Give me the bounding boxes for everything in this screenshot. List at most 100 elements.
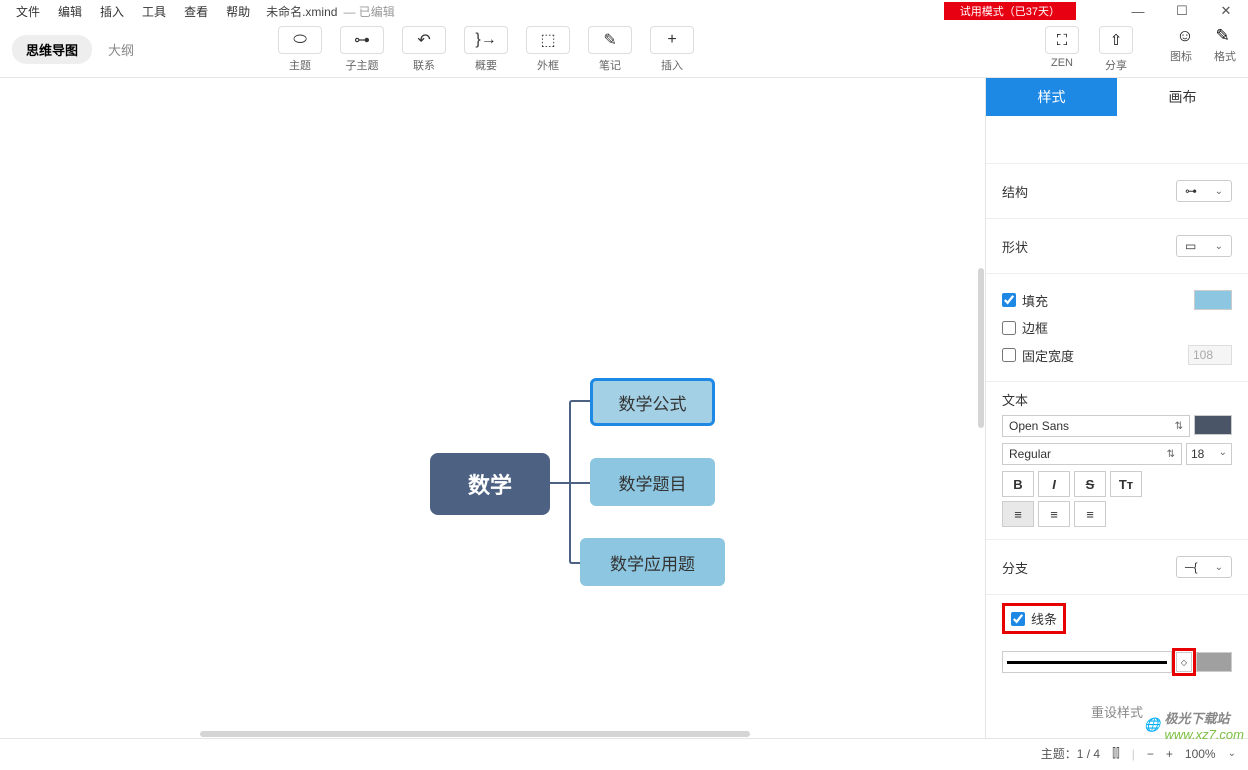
zoom-out[interactable]: − bbox=[1147, 747, 1154, 761]
line-width-spinner[interactable]: ◇ bbox=[1176, 652, 1192, 672]
fixed-width-input bbox=[1188, 345, 1232, 365]
sub-node-3[interactable]: 数学应用题 bbox=[580, 538, 725, 586]
menu-tools[interactable]: 工具 bbox=[134, 1, 174, 22]
menu-help[interactable]: 帮助 bbox=[218, 1, 258, 22]
bold-button[interactable]: B bbox=[1002, 471, 1034, 497]
text-color[interactable] bbox=[1194, 415, 1232, 435]
shape-icon: ▭ bbox=[1185, 239, 1196, 253]
topic-count: 主题：1 / 4 bbox=[1041, 745, 1100, 762]
fixed-width-label: 固定宽度 bbox=[1022, 346, 1074, 365]
watermark: 🌐 极光下载站 www.xz7.com bbox=[1144, 708, 1244, 742]
branch-select[interactable]: ─{ ⌄ bbox=[1176, 556, 1232, 578]
map-icon[interactable]: ⫿⫿ bbox=[1112, 746, 1120, 761]
share-icon: ⇧ bbox=[1099, 26, 1133, 54]
scrollbar-vertical[interactable] bbox=[978, 268, 984, 428]
tool-note[interactable]: ✎笔记 bbox=[584, 26, 636, 73]
emoji-label: 图标 bbox=[1170, 48, 1192, 64]
format-label: 格式 bbox=[1214, 48, 1236, 64]
watermark-logo-icon: 🌐 bbox=[1144, 717, 1160, 733]
boundary-icon: ⬚ bbox=[526, 26, 570, 54]
structure-label: 结构 bbox=[1002, 182, 1028, 201]
fixed-width-checkbox[interactable] bbox=[1002, 348, 1016, 362]
summary-icon: }→ bbox=[464, 26, 508, 54]
format-panel: 样式 画布 结构 ⊶⌄ 形状 ▭⌄ 填充 边框 固定宽度 文本 Open San… bbox=[986, 78, 1248, 738]
chevron-down-icon: ⌄ bbox=[1215, 562, 1223, 573]
doc-name: 未命名.xmind bbox=[266, 3, 337, 20]
emoji-icon[interactable]: ☺ bbox=[1176, 26, 1193, 46]
close-button[interactable]: ✕ bbox=[1204, 0, 1248, 22]
zoom-chevron[interactable]: ⌄ bbox=[1228, 748, 1236, 759]
chevron-icon: ⇅ bbox=[1175, 421, 1183, 432]
tool-topic[interactable]: ⬭主题 bbox=[274, 26, 326, 73]
relation-icon: ↶ bbox=[402, 26, 446, 54]
border-checkbox[interactable] bbox=[1002, 321, 1016, 335]
line-highlight: 线条 bbox=[1002, 603, 1066, 634]
chevron-icon: ⇅ bbox=[1167, 449, 1175, 460]
tab-style[interactable]: 样式 bbox=[986, 78, 1117, 116]
subtopic-icon: ⊶ bbox=[340, 26, 384, 54]
align-left[interactable]: ≡ bbox=[1002, 501, 1034, 527]
sub-node-2[interactable]: 数学题目 bbox=[590, 458, 715, 506]
topic-icon: ⬭ bbox=[278, 26, 322, 54]
minimize-button[interactable]: — bbox=[1116, 0, 1160, 22]
border-label: 边框 bbox=[1022, 318, 1048, 337]
tab-canvas[interactable]: 画布 bbox=[1117, 78, 1248, 116]
shape-select[interactable]: ▭⌄ bbox=[1176, 235, 1232, 257]
menu-edit[interactable]: 编辑 bbox=[50, 1, 90, 22]
text-label: 文本 bbox=[1002, 390, 1232, 409]
canvas[interactable]: 数学 数学公式 数学题目 数学应用题 bbox=[0, 78, 986, 738]
insert-icon: + bbox=[650, 26, 694, 54]
line-label: 线条 bbox=[1031, 609, 1057, 628]
view-outline[interactable]: 大纲 bbox=[108, 40, 134, 59]
note-icon: ✎ bbox=[588, 26, 632, 54]
menu-file[interactable]: 文件 bbox=[8, 1, 48, 22]
chevron-down-icon: ⌄ bbox=[1215, 186, 1223, 197]
root-node[interactable]: 数学 bbox=[430, 453, 550, 515]
branch-icon: ─{ bbox=[1185, 560, 1198, 574]
chevron-down-icon: ⌄ bbox=[1219, 447, 1227, 461]
trial-badge: 试用模式（已37天） bbox=[944, 2, 1076, 20]
statusbar: 主题：1 / 4 ⫿⫿ | − + 100% ⌄ bbox=[0, 738, 1248, 768]
tool-insert[interactable]: +插入 bbox=[646, 26, 698, 73]
fill-checkbox[interactable] bbox=[1002, 293, 1016, 307]
font-size-select[interactable]: 18⌄ bbox=[1186, 443, 1232, 465]
structure-icon: ⊶ bbox=[1185, 184, 1197, 198]
view-mindmap[interactable]: 思维导图 bbox=[12, 35, 92, 64]
zen-button[interactable]: ⛶ZEN bbox=[1042, 26, 1082, 73]
tool-relation[interactable]: ↶联系 bbox=[398, 26, 450, 73]
menu-bar: 文件 编辑 插入 工具 查看 帮助 bbox=[0, 1, 258, 22]
scrollbar-horizontal[interactable] bbox=[200, 731, 750, 737]
line-checkbox[interactable] bbox=[1011, 612, 1025, 626]
shape-label: 形状 bbox=[1002, 237, 1028, 256]
branch-label: 分支 bbox=[1002, 558, 1028, 577]
align-right[interactable]: ≡ bbox=[1074, 501, 1106, 527]
toolbar: 思维导图 大纲 ⬭主题 ⊶子主题 ↶联系 }→概要 ⬚外框 ✎笔记 +插入 ⛶Z… bbox=[0, 22, 1248, 78]
zoom-level: 100% bbox=[1185, 747, 1216, 761]
zen-icon: ⛶ bbox=[1045, 26, 1079, 54]
line-color[interactable] bbox=[1196, 652, 1232, 672]
chevron-down-icon: ⌄ bbox=[1215, 241, 1223, 252]
fill-label: 填充 bbox=[1022, 291, 1048, 310]
tool-boundary[interactable]: ⬚外框 bbox=[522, 26, 574, 73]
italic-button[interactable]: I bbox=[1038, 471, 1070, 497]
format-icon[interactable]: ✎ bbox=[1216, 26, 1230, 46]
titlebar: 文件 编辑 插入 工具 查看 帮助 未命名.xmind — 已编辑 试用模式（已… bbox=[0, 0, 1248, 22]
maximize-button[interactable]: ☐ bbox=[1160, 0, 1204, 22]
strike-button[interactable]: S bbox=[1074, 471, 1106, 497]
font-weight-select[interactable]: Regular⇅ bbox=[1002, 443, 1182, 465]
font-select[interactable]: Open Sans⇅ bbox=[1002, 415, 1190, 437]
tool-subtopic[interactable]: ⊶子主题 bbox=[336, 26, 388, 73]
toolbar-tools: ⬭主题 ⊶子主题 ↶联系 }→概要 ⬚外框 ✎笔记 +插入 bbox=[274, 26, 698, 73]
tool-summary[interactable]: }→概要 bbox=[460, 26, 512, 73]
case-button[interactable]: Tт bbox=[1110, 471, 1142, 497]
menu-insert[interactable]: 插入 bbox=[92, 1, 132, 22]
fill-color[interactable] bbox=[1194, 290, 1232, 310]
zoom-in[interactable]: + bbox=[1166, 747, 1173, 761]
share-button[interactable]: ⇧分享 bbox=[1096, 26, 1136, 73]
doc-edited: — 已编辑 bbox=[343, 3, 394, 20]
line-preview bbox=[1007, 661, 1167, 664]
sub-node-1[interactable]: 数学公式 bbox=[590, 378, 715, 426]
align-center[interactable]: ≡ bbox=[1038, 501, 1070, 527]
structure-select[interactable]: ⊶⌄ bbox=[1176, 180, 1232, 202]
menu-view[interactable]: 查看 bbox=[176, 1, 216, 22]
